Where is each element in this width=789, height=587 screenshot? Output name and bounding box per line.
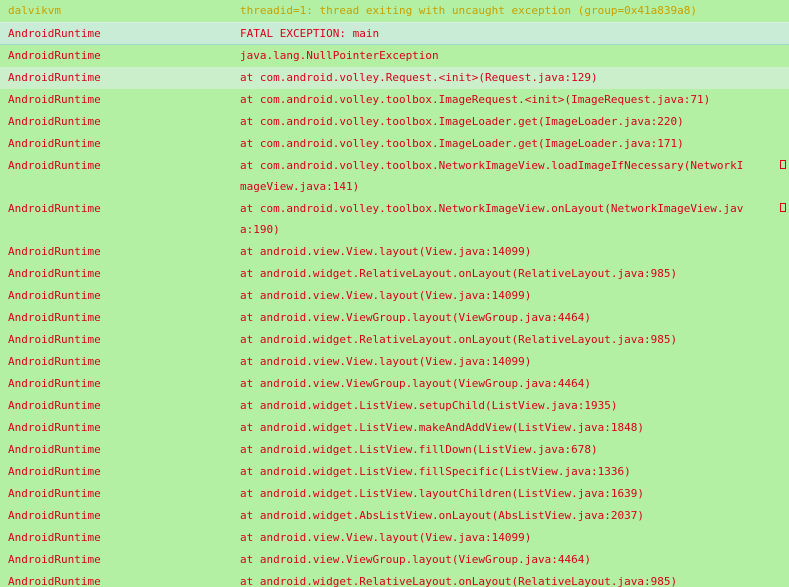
log-row[interactable]: AndroidRuntime java.lang.NullPointerExcep… — [0, 45, 789, 67]
log-row[interactable]: AndroidRuntime at android.widget.Relative… — [0, 263, 789, 285]
log-tag: AndroidRuntime — [8, 553, 101, 566]
log-message: at com.android.volley.toolbox.NetworkIma… — [240, 202, 744, 236]
line-wrap-icon — [780, 203, 786, 212]
log-message: at android.widget.ListView.layoutChildre… — [240, 487, 644, 500]
log-row[interactable]: AndroidRuntime at android.view.View.layou… — [0, 285, 789, 307]
log-tag: dalvikvm — [8, 4, 61, 17]
log-message: at android.view.View.layout(View.java:14… — [240, 531, 532, 544]
log-tag: AndroidRuntime — [8, 509, 101, 522]
line-wrap-icon — [780, 160, 786, 169]
log-tag: AndroidRuntime — [8, 245, 101, 258]
log-row[interactable]: AndroidRuntime at android.widget.Relative… — [0, 329, 789, 351]
log-tag: AndroidRuntime — [8, 465, 101, 478]
log-message: at com.android.volley.toolbox.NetworkIma… — [240, 159, 744, 193]
log-tag: AndroidRuntime — [8, 137, 101, 150]
log-message: at android.view.ViewGroup.layout(ViewGro… — [240, 311, 591, 324]
log-message: at android.widget.ListView.fillDown(List… — [240, 443, 598, 456]
log-row[interactable]: AndroidRuntime at android.view.ViewGroup.… — [0, 307, 789, 329]
log-row[interactable]: AndroidRuntime at android.view.View.layou… — [0, 527, 789, 549]
log-message: at android.widget.RelativeLayout.onLayou… — [240, 267, 678, 280]
log-tag: AndroidRuntime — [8, 289, 101, 302]
log-tag: AndroidRuntime — [8, 333, 101, 346]
log-message: at android.widget.AbsListView.onLayout(A… — [240, 509, 644, 522]
log-row[interactable]: AndroidRuntime at com.android.volley.tool… — [0, 89, 789, 111]
log-message: FATAL EXCEPTION: main — [240, 27, 380, 40]
log-row[interactable]: AndroidRuntime at com.android.volley.Requ… — [0, 67, 789, 89]
log-row[interactable]: AndroidRuntime at android.widget.ListView… — [0, 395, 789, 417]
logcat-panel: dalvikvm threadid=1: thread exiting with … — [0, 0, 789, 587]
log-row[interactable]: AndroidRuntime at android.widget.ListView… — [0, 439, 789, 461]
log-tag: AndroidRuntime — [8, 202, 101, 215]
log-message: at android.view.View.layout(View.java:14… — [240, 245, 532, 258]
log-rows: dalvikvm threadid=1: thread exiting with … — [0, 0, 789, 587]
log-message: at com.android.volley.toolbox.ImageLoade… — [240, 115, 684, 128]
log-row[interactable]: AndroidRuntime at com.android.volley.tool… — [0, 155, 789, 198]
log-row[interactable]: dalvikvm threadid=1: thread exiting with … — [0, 0, 789, 22]
log-tag: AndroidRuntime — [8, 27, 101, 40]
log-message: threadid=1: thread exiting with uncaught… — [240, 4, 697, 17]
log-row[interactable]: AndroidRuntime at android.widget.ListView… — [0, 483, 789, 505]
log-message: at android.widget.ListView.setupChild(Li… — [240, 399, 618, 412]
log-message: at android.widget.RelativeLayout.onLayou… — [240, 333, 678, 346]
log-message: at com.android.volley.toolbox.ImageReque… — [240, 93, 711, 106]
log-message: at android.widget.ListView.makeAndAddVie… — [240, 421, 644, 434]
log-row[interactable]: AndroidRuntime at android.view.ViewGroup.… — [0, 373, 789, 395]
log-tag: AndroidRuntime — [8, 377, 101, 390]
log-tag: AndroidRuntime — [8, 71, 101, 84]
log-message: at com.android.volley.Request.<init>(Req… — [240, 71, 598, 84]
log-row[interactable]: AndroidRuntime at android.view.View.layou… — [0, 351, 789, 373]
log-row[interactable]: AndroidRuntime at android.widget.Relative… — [0, 571, 789, 587]
log-tag: AndroidRuntime — [8, 487, 101, 500]
log-tag: AndroidRuntime — [8, 159, 101, 172]
log-tag: AndroidRuntime — [8, 355, 101, 368]
log-tag: AndroidRuntime — [8, 115, 101, 128]
log-tag: AndroidRuntime — [8, 267, 101, 280]
log-row[interactable]: AndroidRuntime at android.widget.ListView… — [0, 417, 789, 439]
log-tag: AndroidRuntime — [8, 531, 101, 544]
log-message: at android.view.ViewGroup.layout(ViewGro… — [240, 377, 591, 390]
log-tag: AndroidRuntime — [8, 399, 101, 412]
log-row[interactable]: AndroidRuntime at com.android.volley.tool… — [0, 111, 789, 133]
log-message: at android.view.View.layout(View.java:14… — [240, 289, 532, 302]
log-row[interactable]: AndroidRuntime at android.widget.AbsListV… — [0, 505, 789, 527]
log-message: at android.view.View.layout(View.java:14… — [240, 355, 532, 368]
log-message: java.lang.NullPointerException — [240, 49, 439, 62]
log-tag: AndroidRuntime — [8, 311, 101, 324]
log-message: at android.widget.ListView.fillSpecific(… — [240, 465, 631, 478]
log-row[interactable]: AndroidRuntime FATAL EXCEPTION: main — [0, 22, 789, 45]
log-row[interactable]: AndroidRuntime at android.view.View.layou… — [0, 241, 789, 263]
log-tag: AndroidRuntime — [8, 443, 101, 456]
log-row[interactable]: AndroidRuntime at com.android.volley.tool… — [0, 133, 789, 155]
log-row[interactable]: AndroidRuntime at android.widget.ListView… — [0, 461, 789, 483]
log-message: at com.android.volley.toolbox.ImageLoade… — [240, 137, 684, 150]
log-tag: AndroidRuntime — [8, 93, 101, 106]
log-message: at android.view.ViewGroup.layout(ViewGro… — [240, 553, 591, 566]
log-tag: AndroidRuntime — [8, 49, 101, 62]
log-message: at android.widget.RelativeLayout.onLayou… — [240, 575, 678, 587]
log-tag: AndroidRuntime — [8, 421, 101, 434]
log-row[interactable]: AndroidRuntime at com.android.volley.tool… — [0, 198, 789, 241]
log-row[interactable]: AndroidRuntime at android.view.ViewGroup.… — [0, 549, 789, 571]
log-tag: AndroidRuntime — [8, 575, 101, 587]
